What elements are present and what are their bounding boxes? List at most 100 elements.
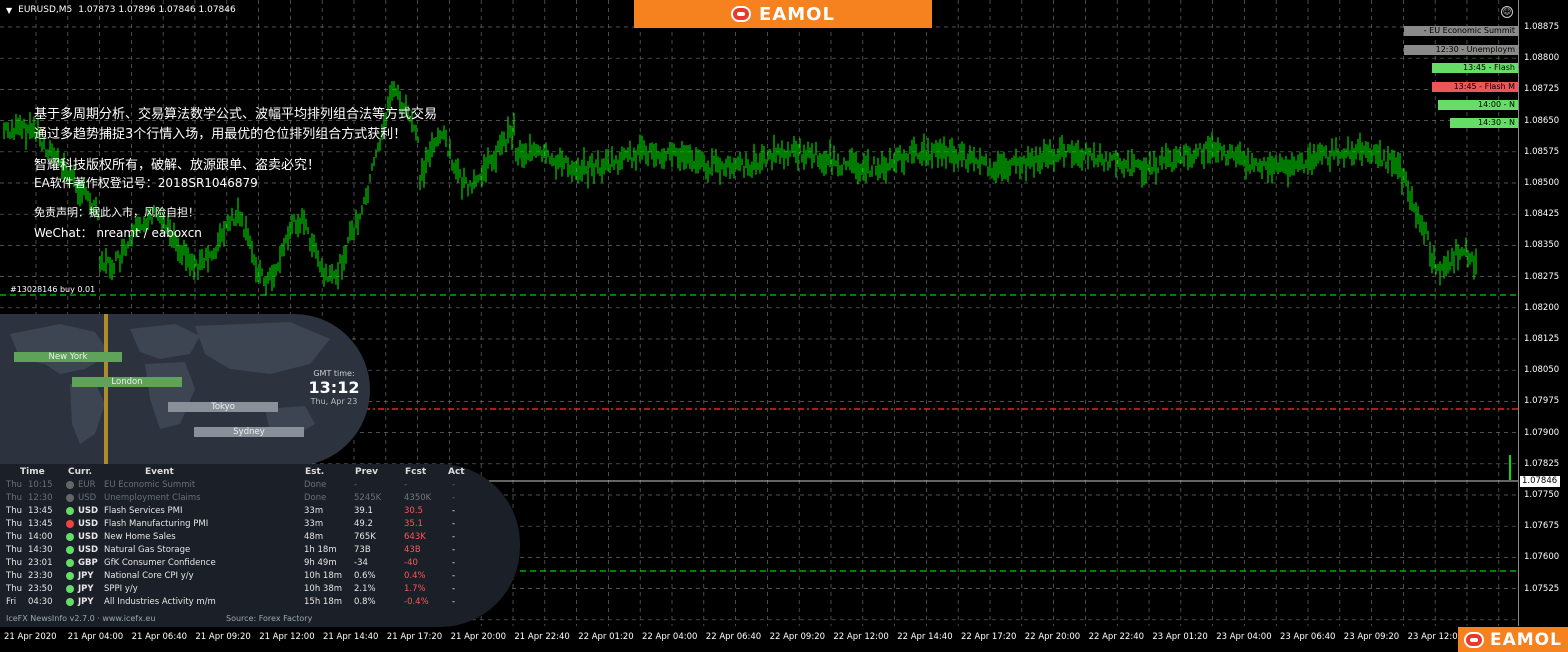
gmt-clock: GMT time: 13:12 Thu, Apr 23 <box>306 369 362 406</box>
news-prev: -34 <box>354 558 368 568</box>
price-tick-label: 1.08650 <box>1524 115 1560 126</box>
dropdown-triangle-icon[interactable]: ▼ <box>6 6 12 15</box>
price-tick-label: 1.08725 <box>1524 84 1560 95</box>
event-marker-tag[interactable]: 14:30 - N <box>1450 118 1518 128</box>
news-time: 13:45 <box>28 519 53 529</box>
price-tick-label: 1.08500 <box>1524 178 1560 188</box>
news-act: - <box>452 480 456 490</box>
news-row[interactable]: Thu 13:45 USD Flash Services PMI 33m 39.1 30.5… <box>0 505 520 517</box>
time-tick-label: 22 Apr 22:40 <box>1088 632 1145 642</box>
news-act: - <box>452 597 456 607</box>
news-day: Thu <box>6 532 22 542</box>
news-est: Done <box>304 480 327 490</box>
time-tick-label: 21 Apr 04:00 <box>67 632 124 642</box>
order-label[interactable]: #13028146 buy 0.01 <box>10 285 95 294</box>
news-header-event: Event <box>145 467 174 477</box>
event-marker-tag[interactable]: 12:30 - Unemploym <box>1404 45 1518 55</box>
news-currency: USD <box>78 519 99 529</box>
time-tick-label: 23 Apr 12:00 <box>1407 632 1464 642</box>
price-tick-label: 1.08050 <box>1524 365 1560 376</box>
news-event: GfK Consumer Confidence <box>104 558 216 568</box>
current-price-label: 1.07846 <box>1520 476 1560 487</box>
info-line-1: 基于多周期分析、交易算法数学公式、波幅平均排列组合法等方式交易 <box>34 107 438 122</box>
info-line-2: 通过多趋势捕捉3个行情入场，用最优的仓位排列组合方式获利！ <box>34 127 407 142</box>
price-tick-label: 1.08200 <box>1524 302 1560 313</box>
news-currency: USD <box>78 506 99 516</box>
info-line-4: EA软件著作权登记号：2018SR1046879 <box>34 176 258 190</box>
news-day: Fri <box>6 597 17 607</box>
news-row[interactable]: Thu 14:00 USD New Home Sales 48m 765K 643K - <box>0 531 520 543</box>
info-line-5: 免责声明：据此入市，风险自担！ <box>34 206 199 219</box>
news-footer-version[interactable]: IceFX NewsInfo v2.7.0 · www.icefx.eu <box>6 614 155 623</box>
news-row[interactable]: Thu 10:15 EUR EU Economic Summit Done - - - <box>0 479 520 491</box>
price-tick-label: 1.07675 <box>1524 521 1560 532</box>
news-act: - <box>452 532 456 542</box>
news-row[interactable]: Thu 23:50 JPY SPPI y/y 10h 38m 2.1% 1.7% - <box>0 583 520 595</box>
news-event: SPPI y/y <box>104 584 138 594</box>
price-tick-label: 1.07900 <box>1524 427 1560 438</box>
news-row[interactable]: Fri 04:30 JPY All Industries Activity m/m 15… <box>0 596 520 608</box>
news-act: - <box>452 506 456 516</box>
time-tick-label: 22 Apr 12:00 <box>833 632 889 642</box>
event-marker-tag[interactable]: 13:45 - Flash <box>1432 63 1518 73</box>
event-marker-tag[interactable]: - EU Economic Summit <box>1404 26 1518 36</box>
news-est: 33m <box>304 519 324 529</box>
news-day: Thu <box>6 493 22 503</box>
news-currency: USD <box>78 545 99 555</box>
time-tick-label: 23 Apr 09:20 <box>1343 632 1400 642</box>
time-tick-label: 21 Apr 20:00 <box>450 632 507 642</box>
info-line-6: WeChat： nreamt / eaboxcn <box>34 226 202 240</box>
time-tick-label: 22 Apr 01:20 <box>578 632 634 642</box>
session-london: London <box>72 377 182 387</box>
expert-smiley-icon[interactable]: ☺ <box>1501 6 1513 18</box>
news-row[interactable]: Thu 23:01 GBP GfK Consumer Confidence 9h 49m… <box>0 557 520 569</box>
news-event: Natural Gas Storage <box>104 545 191 555</box>
news-prev: - <box>354 480 358 490</box>
news-time: 14:30 <box>28 545 53 555</box>
news-currency: JPY <box>78 584 94 594</box>
news-est: 33m <box>304 506 324 516</box>
news-day: Thu <box>6 480 22 490</box>
news-time: 04:30 <box>28 597 53 607</box>
news-fcst: 4350K <box>404 493 432 503</box>
news-row[interactable]: Thu 12:30 USD Unemployment Claims Done 5245K 4… <box>0 492 520 504</box>
time-tick-label: 23 Apr 06:40 <box>1280 632 1336 642</box>
news-currency: EUR <box>78 480 96 490</box>
price-tick-label: 1.07600 <box>1524 552 1560 563</box>
news-header-prev: Prev <box>355 467 379 477</box>
news-est: 9h 49m <box>304 558 337 568</box>
news-est: 15h 18m <box>304 597 343 607</box>
time-tick-label: 21 Apr 14:40 <box>323 632 379 642</box>
news-event: EU Economic Summit <box>104 480 196 490</box>
time-tick-label: 21 Apr 12:00 <box>259 632 315 642</box>
news-row[interactable]: Thu 13:45 USD Flash Manufacturing PMI 33m 49.… <box>0 518 520 530</box>
price-tick-label: 1.08425 <box>1524 209 1560 220</box>
news-currency: USD <box>78 493 97 503</box>
event-marker-tag[interactable]: 13:45 - Flash M <box>1432 82 1518 92</box>
news-time: 12:30 <box>28 493 53 503</box>
news-act: - <box>452 545 456 555</box>
impact-dot-icon <box>66 572 74 580</box>
news-row[interactable]: Thu 23:30 JPY National Core CPI y/y 10h 18m 0… <box>0 570 520 582</box>
impact-dot-icon <box>66 520 74 528</box>
news-footer-source: Source: Forex Factory <box>226 614 313 623</box>
news-day: Thu <box>6 571 22 581</box>
price-tick-label: 1.08125 <box>1524 334 1560 344</box>
event-marker-tag[interactable]: 14:00 - N <box>1438 100 1518 110</box>
news-act: - <box>452 519 456 529</box>
time-tick-label: 21 Apr 2020 <box>4 632 57 642</box>
session-sydney: Sydney <box>194 427 304 437</box>
news-header-fcst: Fcst <box>405 467 427 477</box>
news-act: - <box>452 584 456 594</box>
news-prev: 765K <box>354 532 376 542</box>
session-tokyo: Tokyo <box>168 402 278 412</box>
news-row[interactable]: Thu 14:30 USD Natural Gas Storage 1h 18m 73B 4… <box>0 544 520 556</box>
news-header-time: Time <box>20 467 45 477</box>
news-est: 10h 38m <box>304 584 343 594</box>
impact-dot-icon <box>66 494 74 502</box>
news-time: 23:01 <box>28 558 53 568</box>
news-currency: JPY <box>78 597 94 607</box>
news-day: Thu <box>6 584 22 594</box>
info-line-3: 智耀科技版权所有，破解、放源跟单、盗卖必究！ <box>34 158 321 173</box>
gmt-label: GMT time: <box>313 369 355 378</box>
